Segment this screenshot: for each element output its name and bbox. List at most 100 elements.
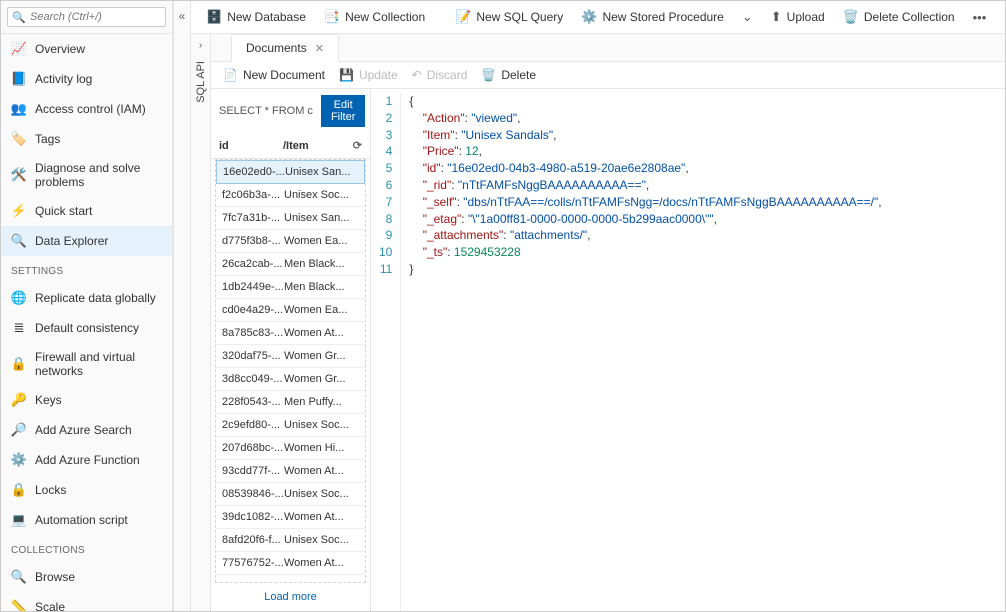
stored-procedure-dropdown[interactable]: ⌄: [735, 5, 760, 29]
doc-id-cell: 93cdd77f-...: [222, 465, 284, 477]
search-input[interactable]: [7, 7, 166, 27]
document-row[interactable]: 16e02ed0-...Unisex San...: [216, 160, 365, 184]
sidebar-item-keys[interactable]: 🔑Keys: [1, 385, 172, 415]
doc-item-cell: Men Puffy...: [284, 396, 359, 408]
columns-header: id /Item ⟳: [211, 133, 370, 159]
document-row[interactable]: 8afd20f6-f...Unisex Soc...: [216, 529, 365, 552]
sidebar-item-tags[interactable]: 🏷️Tags: [1, 124, 172, 154]
document-row[interactable]: 77576752-...Women At...: [216, 552, 365, 575]
nav-label: Default consistency: [35, 321, 139, 335]
delete-collection-button[interactable]: 🗑️Delete Collection: [836, 5, 962, 29]
document-row[interactable]: 26ca2cab-...Men Black...: [216, 253, 365, 276]
discard-label: Discard: [427, 68, 468, 82]
new-document-button[interactable]: 📄New Document: [223, 68, 325, 82]
document-row[interactable]: 3d8cc049-...Women Gr...: [216, 368, 365, 391]
document-row[interactable]: 228f0543-...Men Puffy...: [216, 391, 365, 414]
sidebar-item-default-consistency[interactable]: ≣Default consistency: [1, 313, 172, 343]
new-database-label: New Database: [227, 10, 306, 24]
doc-item-cell: Unisex Soc...: [284, 189, 359, 201]
doc-id-cell: 39dc1082-...: [222, 511, 284, 523]
document-row[interactable]: 207d68bc-...Women Hi...: [216, 437, 365, 460]
upload-button[interactable]: ⬆ Upload: [764, 5, 832, 29]
document-row[interactable]: 2c9efd80-...Unisex Soc...: [216, 414, 365, 437]
sidebar-item-add-azure-function[interactable]: ⚙️Add Azure Function: [1, 445, 172, 475]
new-sql-query-label: New SQL Query: [476, 10, 563, 24]
sidebar-item-overview[interactable]: 📈Overview: [1, 34, 172, 64]
new-collection-button[interactable]: 📑 New Collection: [317, 5, 432, 29]
sidebar-item-replicate-data-globally[interactable]: 🌐Replicate data globally: [1, 283, 172, 313]
collections-icon: 🔍: [11, 569, 27, 585]
expand-chevron-icon[interactable]: ›: [199, 40, 202, 51]
tab-documents[interactable]: Documents ✕: [231, 34, 339, 62]
json-code[interactable]: { "Action": "viewed", "Item": "Unisex Sa…: [401, 93, 889, 611]
doc-item-cell: Unisex Soc...: [284, 419, 359, 431]
load-more-link[interactable]: Load more: [211, 583, 370, 611]
doc-item-cell: Men Black...: [284, 281, 359, 293]
document-row[interactable]: 93cdd77f-...Women At...: [216, 460, 365, 483]
delete-icon: 🗑️: [843, 9, 859, 25]
nav-label: Locks: [35, 483, 66, 497]
top-icon: 📘: [11, 71, 27, 87]
doc-item-cell: Unisex San...: [285, 166, 358, 178]
document-row[interactable]: f2c06b3a-...Unisex Soc...: [216, 184, 365, 207]
update-label: Update: [359, 68, 398, 82]
sidebar-item-access-control-iam-[interactable]: 👥Access control (IAM): [1, 94, 172, 124]
document-list[interactable]: 16e02ed0-...Unisex San...f2c06b3a-...Uni…: [215, 159, 366, 583]
new-stored-procedure-button[interactable]: ⚙️New Stored Procedure: [574, 5, 731, 29]
sidebar-item-add-azure-search[interactable]: 🔎Add Azure Search: [1, 415, 172, 445]
document-row[interactable]: 1db2449e-...Men Black...: [216, 276, 365, 299]
new-collection-label: New Collection: [345, 10, 425, 24]
save-icon: 💾: [339, 68, 354, 82]
sidebar-collapse-button[interactable]: «: [173, 1, 191, 611]
sidebar-item-data-explorer[interactable]: 🔍Data Explorer: [1, 226, 172, 256]
edit-filter-button[interactable]: Edit Filter: [321, 95, 365, 127]
nav-label: Quick start: [35, 204, 92, 218]
settings-header: SETTINGS: [1, 256, 172, 283]
new-database-button[interactable]: 🗄️New Database: [199, 5, 313, 29]
document-row[interactable]: 8a785c83-...Women At...: [216, 322, 365, 345]
json-editor[interactable]: 1234567891011 { "Action": "viewed", "Ite…: [371, 89, 1005, 611]
doc-id-cell: cd0e4a29-...: [222, 304, 284, 316]
delete-label: Delete: [501, 68, 536, 82]
doc-id-cell: d775f3b8-...: [222, 235, 284, 247]
column-item-header[interactable]: /Item: [283, 140, 353, 152]
sidebar-item-automation-script[interactable]: 💻Automation script: [1, 505, 172, 535]
doc-id-cell: 77576752-...: [222, 557, 284, 569]
sidebar-item-browse[interactable]: 🔍Browse: [1, 562, 172, 592]
sidebar-item-scale[interactable]: 📏Scale: [1, 592, 172, 611]
sql-api-label: SQL API: [195, 61, 207, 103]
sidebar-scroll[interactable]: 📈Overview📘Activity log👥Access control (I…: [1, 34, 172, 611]
document-row[interactable]: d775f3b8-...Women Ea...: [216, 230, 365, 253]
trash-icon: 🗑️: [481, 68, 496, 82]
refresh-icon[interactable]: ⟳: [353, 139, 362, 152]
line-gutter: 1234567891011: [371, 93, 401, 611]
document-row[interactable]: 320daf75-...Women Gr...: [216, 345, 365, 368]
sidebar-item-quick-start[interactable]: ⚡Quick start: [1, 196, 172, 226]
column-id-header[interactable]: id: [219, 140, 283, 152]
collection-icon: 📑: [324, 9, 340, 25]
feedback-button[interactable]: ☺Feedback: [1001, 6, 1006, 29]
more-icon: •••: [973, 10, 987, 25]
update-button: 💾 Update: [339, 68, 398, 82]
doc-id-cell: 3d8cc049-...: [222, 373, 284, 385]
sidebar-item-diagnose-and-solve-problems[interactable]: 🛠️Diagnose and solve problems: [1, 154, 172, 196]
doc-id-cell: 7fc7a31b-...: [222, 212, 284, 224]
sql-api-strip: › SQL API: [191, 34, 211, 611]
new-sql-query-button[interactable]: 📝New SQL Query: [448, 5, 570, 29]
close-icon[interactable]: ✕: [315, 42, 324, 55]
document-row[interactable]: 39dc1082-...Women At...: [216, 506, 365, 529]
sidebar-item-locks[interactable]: 🔒Locks: [1, 475, 172, 505]
doc-id-cell: f2c06b3a-...: [222, 189, 284, 201]
document-row[interactable]: 7fc7a31b-...Unisex San...: [216, 207, 365, 230]
sidebar-item-firewall-and-virtual-networks[interactable]: 🔒Firewall and virtual networks: [1, 343, 172, 385]
top-icon: 👥: [11, 101, 27, 117]
more-button[interactable]: •••: [966, 6, 994, 29]
delete-button[interactable]: 🗑️ Delete: [481, 68, 536, 82]
doc-id-cell: 16e02ed0-...: [223, 166, 285, 178]
document-row[interactable]: cd0e4a29-...Women Ea...: [216, 299, 365, 322]
doc-id-cell: 228f0543-...: [222, 396, 284, 408]
sidebar-item-activity-log[interactable]: 📘Activity log: [1, 64, 172, 94]
upload-icon: ⬆: [771, 9, 782, 25]
document-row[interactable]: 08539846-...Unisex Soc...: [216, 483, 365, 506]
upload-label: Upload: [787, 10, 825, 24]
